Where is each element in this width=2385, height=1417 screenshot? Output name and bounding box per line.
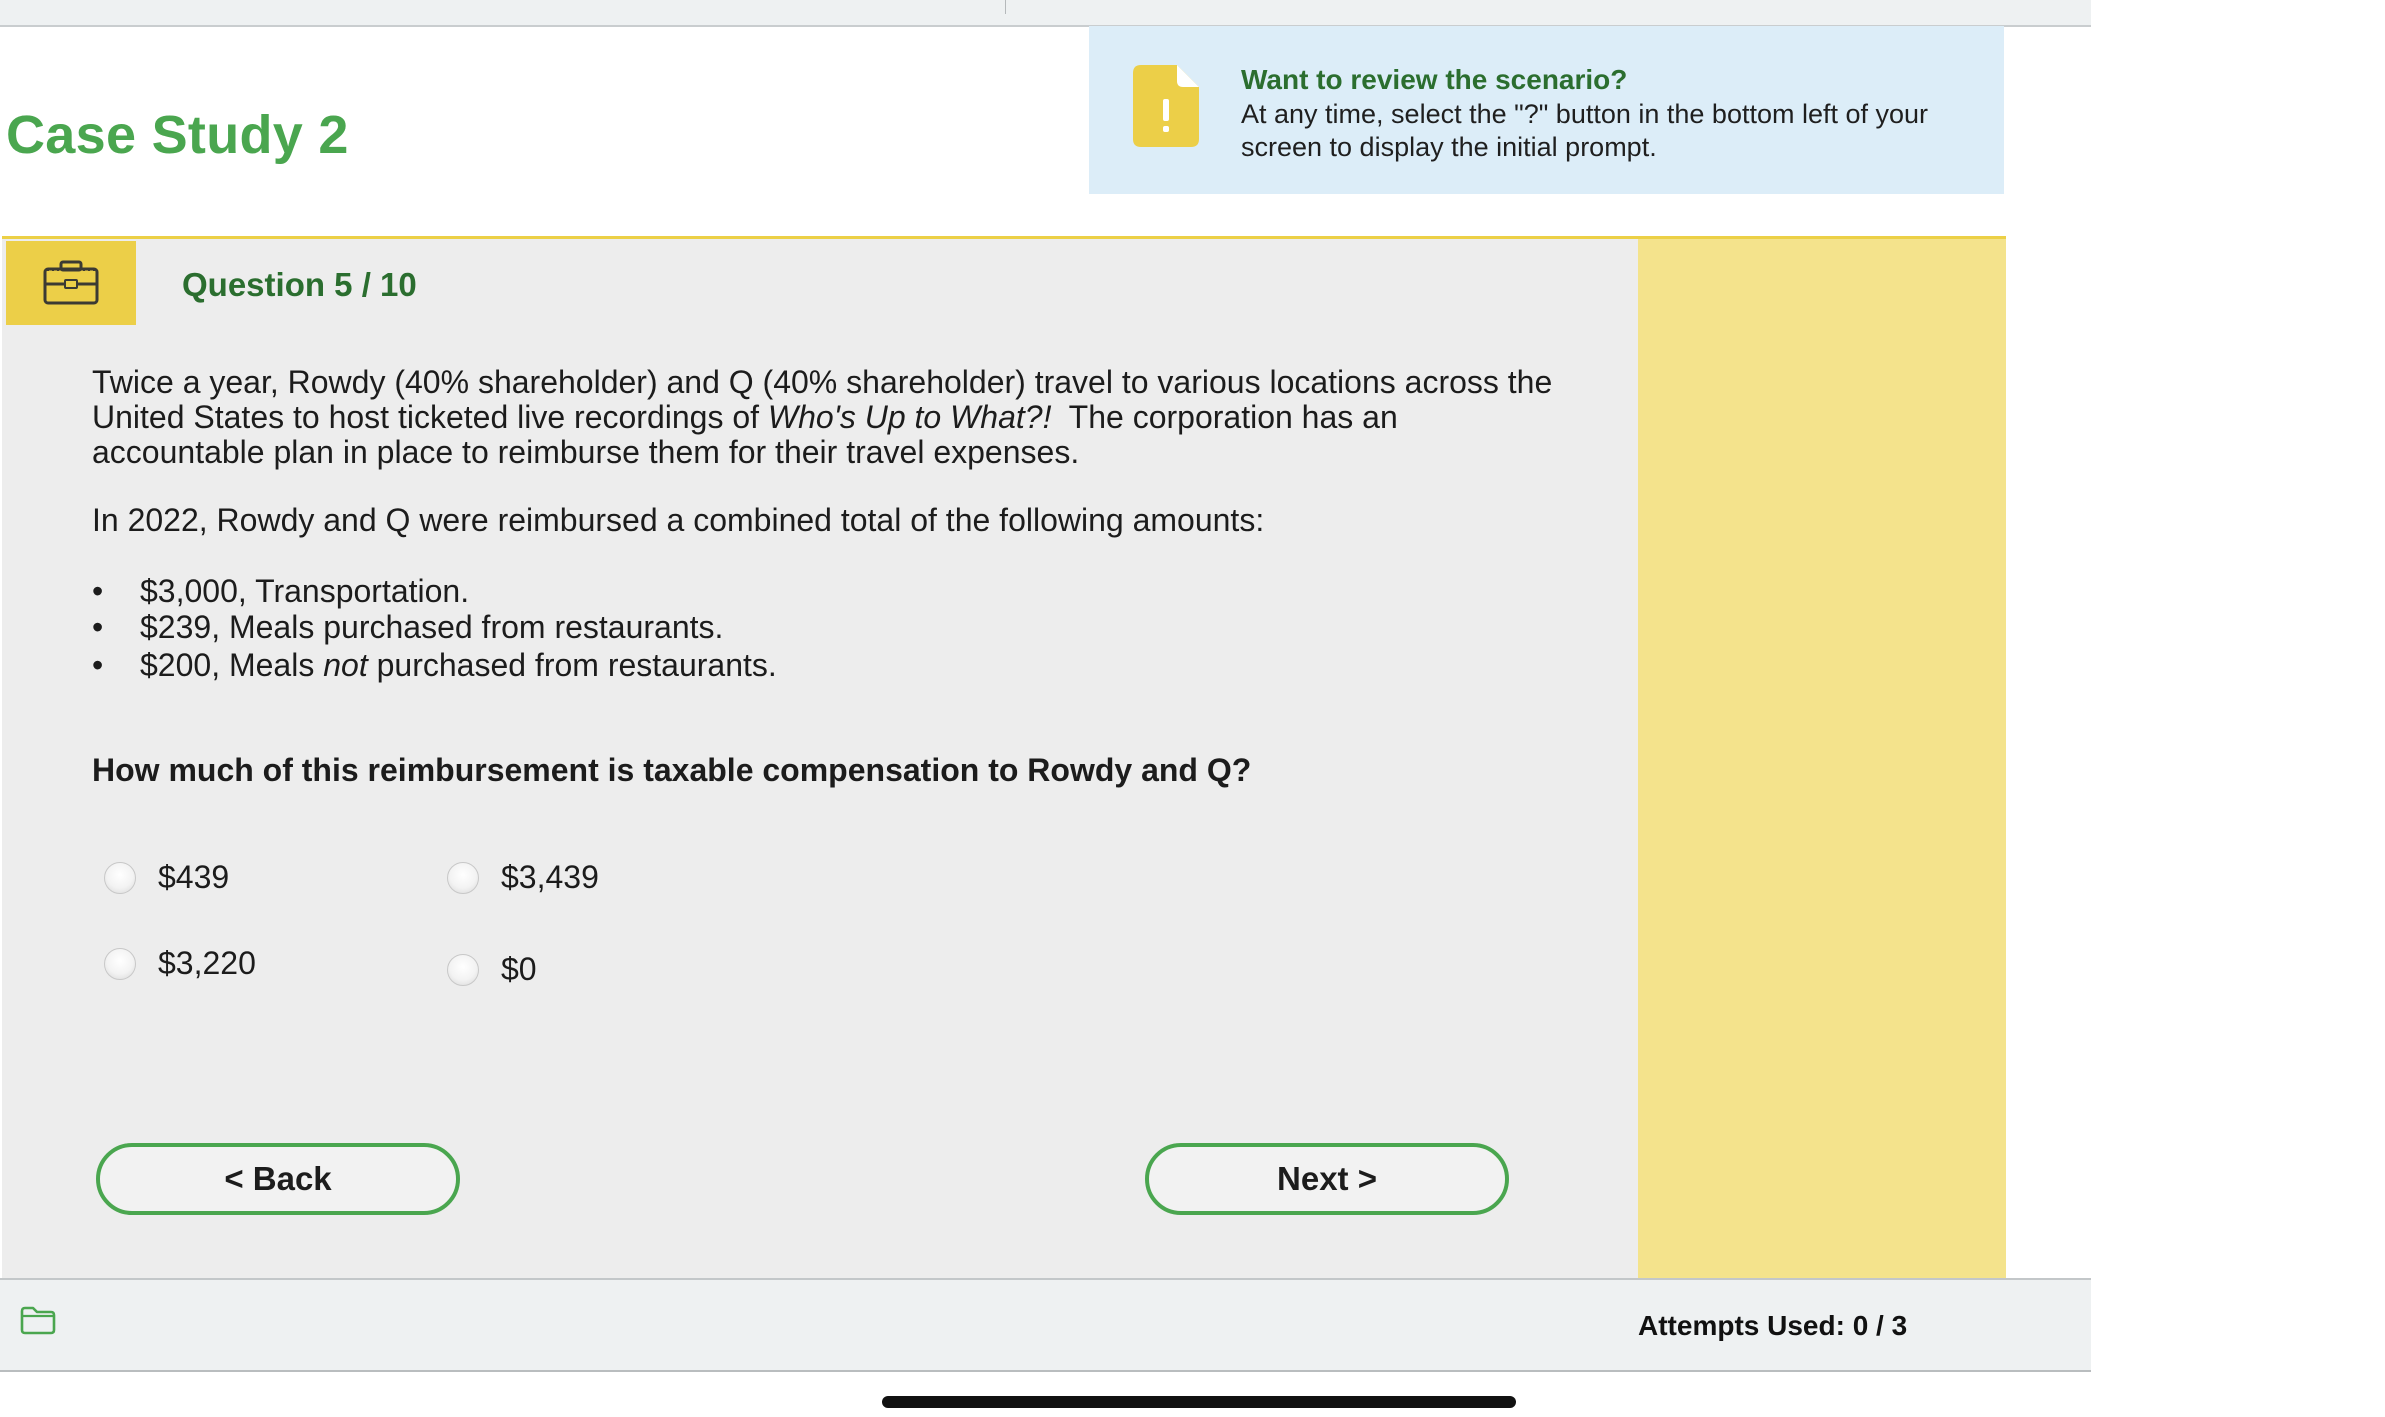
home-indicator[interactable] bbox=[882, 1396, 1516, 1408]
list-item: • $200, Meals not purchased from restaura… bbox=[92, 647, 777, 683]
next-button[interactable]: Next > bbox=[1145, 1143, 1509, 1215]
briefcase-icon bbox=[43, 260, 99, 305]
option-label: $3,220 bbox=[158, 945, 256, 981]
answer-option-3220[interactable]: $3,220 bbox=[104, 945, 256, 982]
back-button[interactable]: < Back bbox=[96, 1143, 460, 1215]
toolbar-divider bbox=[1005, 0, 1006, 14]
expense-text: $3,000, Transportation. bbox=[140, 573, 470, 609]
banner-title: Want to review the scenario? bbox=[1241, 64, 1628, 95]
top-toolbar bbox=[0, 0, 2091, 27]
show-title: Who's Up to What?! bbox=[767, 399, 1052, 435]
expense-text: $239, Meals purchased from restaurants. bbox=[140, 609, 724, 645]
option-label: $439 bbox=[158, 859, 230, 895]
expense-list: • $3,000, Transportation. • $239, Meals pu… bbox=[92, 573, 777, 683]
option-label: $0 bbox=[501, 951, 537, 987]
banner-body: At any time, select the "?" button in th… bbox=[1241, 99, 1929, 162]
bullet: • bbox=[92, 573, 104, 609]
scenario-paragraph: Twice a year, Rowdy (40% shareholder) an… bbox=[92, 365, 1572, 470]
question-prompt: How much of this reimbursement is taxabl… bbox=[92, 752, 1252, 788]
page-title: Case Study 2 bbox=[6, 105, 349, 165]
option-label: $3,439 bbox=[501, 859, 599, 895]
answer-option-439[interactable]: $439 bbox=[104, 859, 229, 896]
answer-option-0[interactable]: $0 bbox=[447, 951, 537, 988]
radio-button[interactable] bbox=[447, 861, 479, 894]
list-item: • $3,000, Transportation. bbox=[92, 573, 777, 609]
case-icon-tile bbox=[6, 241, 136, 325]
footer-bar: Attempts Used: 0 / 3 bbox=[0, 1278, 2091, 1372]
expense-text: $200, Meals bbox=[140, 647, 324, 683]
radio-button[interactable] bbox=[104, 861, 136, 894]
question-panel: Question 5 / 10 Twice a year, Rowdy (40%… bbox=[2, 236, 1638, 1281]
bullet: • bbox=[92, 609, 104, 645]
reimbursement-intro: In 2022, Rowdy and Q were reimbursed a c… bbox=[92, 502, 1265, 538]
side-panel bbox=[1638, 236, 2006, 1281]
document-alert-icon bbox=[1133, 65, 1199, 147]
expense-text: purchased from restaurants. bbox=[367, 647, 777, 683]
folder-icon[interactable] bbox=[20, 1305, 56, 1335]
emphasis: not bbox=[323, 647, 368, 683]
review-scenario-banner: Want to review the scenario? At any time… bbox=[1089, 26, 2004, 194]
radio-button[interactable] bbox=[104, 947, 136, 980]
answer-option-3439[interactable]: $3,439 bbox=[447, 859, 599, 896]
radio-button[interactable] bbox=[447, 953, 479, 986]
list-item: • $239, Meals purchased from restaurants. bbox=[92, 609, 777, 645]
bullet: • bbox=[92, 647, 104, 683]
question-counter: Question 5 / 10 bbox=[182, 266, 417, 303]
attempts-counter: Attempts Used: 0 / 3 bbox=[1638, 1310, 1908, 1341]
